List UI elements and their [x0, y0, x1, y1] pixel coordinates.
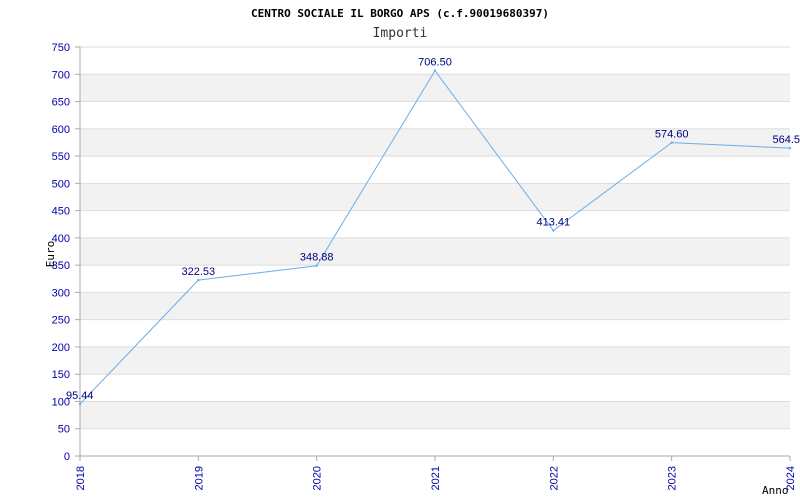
x-axis-label: Anno [762, 484, 789, 497]
chart-title: CENTRO SOCIALE IL BORGO APS (c.f.9001968… [251, 7, 549, 20]
y-tick-label: 300 [52, 287, 70, 299]
y-tick-label: 550 [52, 151, 70, 163]
y-tick-label: 750 [52, 42, 70, 54]
data-label: 413.41 [537, 217, 571, 229]
y-tick-label: 600 [52, 124, 70, 136]
plot-band [80, 74, 790, 102]
data-point [552, 229, 555, 232]
y-tick-label: 50 [58, 424, 70, 436]
plot-band [80, 183, 790, 211]
x-tick-labels: 2018 2019 2020 2021 2022 2023 2024 [75, 466, 797, 490]
y-tick-label: 650 [52, 97, 70, 109]
x-tick-label: 2021 [430, 466, 442, 490]
plot-band [80, 401, 790, 429]
data-point [315, 264, 318, 267]
data-point [433, 69, 437, 72]
y-tick-label: 150 [52, 369, 70, 381]
data-label: 574.60 [655, 129, 689, 141]
data-point [78, 402, 82, 406]
plot-bands [80, 74, 790, 429]
chart-subtitle: Importi [373, 26, 428, 41]
data-point [670, 141, 673, 144]
y-tick-label: 250 [52, 315, 70, 327]
data-label: 322.53 [182, 266, 216, 278]
x-tick-label: 2022 [548, 466, 560, 490]
y-axis-label: Euro [44, 241, 57, 268]
y-tick-label: 450 [52, 206, 70, 218]
x-tick-label: 2023 [667, 466, 679, 490]
y-tick-label: 500 [52, 178, 70, 190]
plot-band [80, 292, 790, 320]
line-chart: CENTRO SOCIALE IL BORGO APS (c.f.9001968… [44, 7, 800, 497]
plot-band [80, 346, 790, 375]
data-label: 95.44 [66, 390, 94, 402]
y-tick-label: 0 [64, 451, 70, 463]
data-label: 348.88 [300, 252, 334, 264]
plot-band [80, 237, 790, 266]
data-label: 564.5 [772, 134, 800, 146]
x-tick-label: 2018 [75, 466, 87, 490]
data-label: 706.50 [418, 57, 452, 69]
x-tick-label: 2020 [312, 466, 324, 490]
x-tick-label: 2019 [193, 466, 205, 490]
y-tick-label: 700 [52, 69, 70, 81]
y-tick-label: 200 [52, 342, 70, 354]
data-point [197, 278, 200, 282]
data-point [788, 146, 792, 150]
